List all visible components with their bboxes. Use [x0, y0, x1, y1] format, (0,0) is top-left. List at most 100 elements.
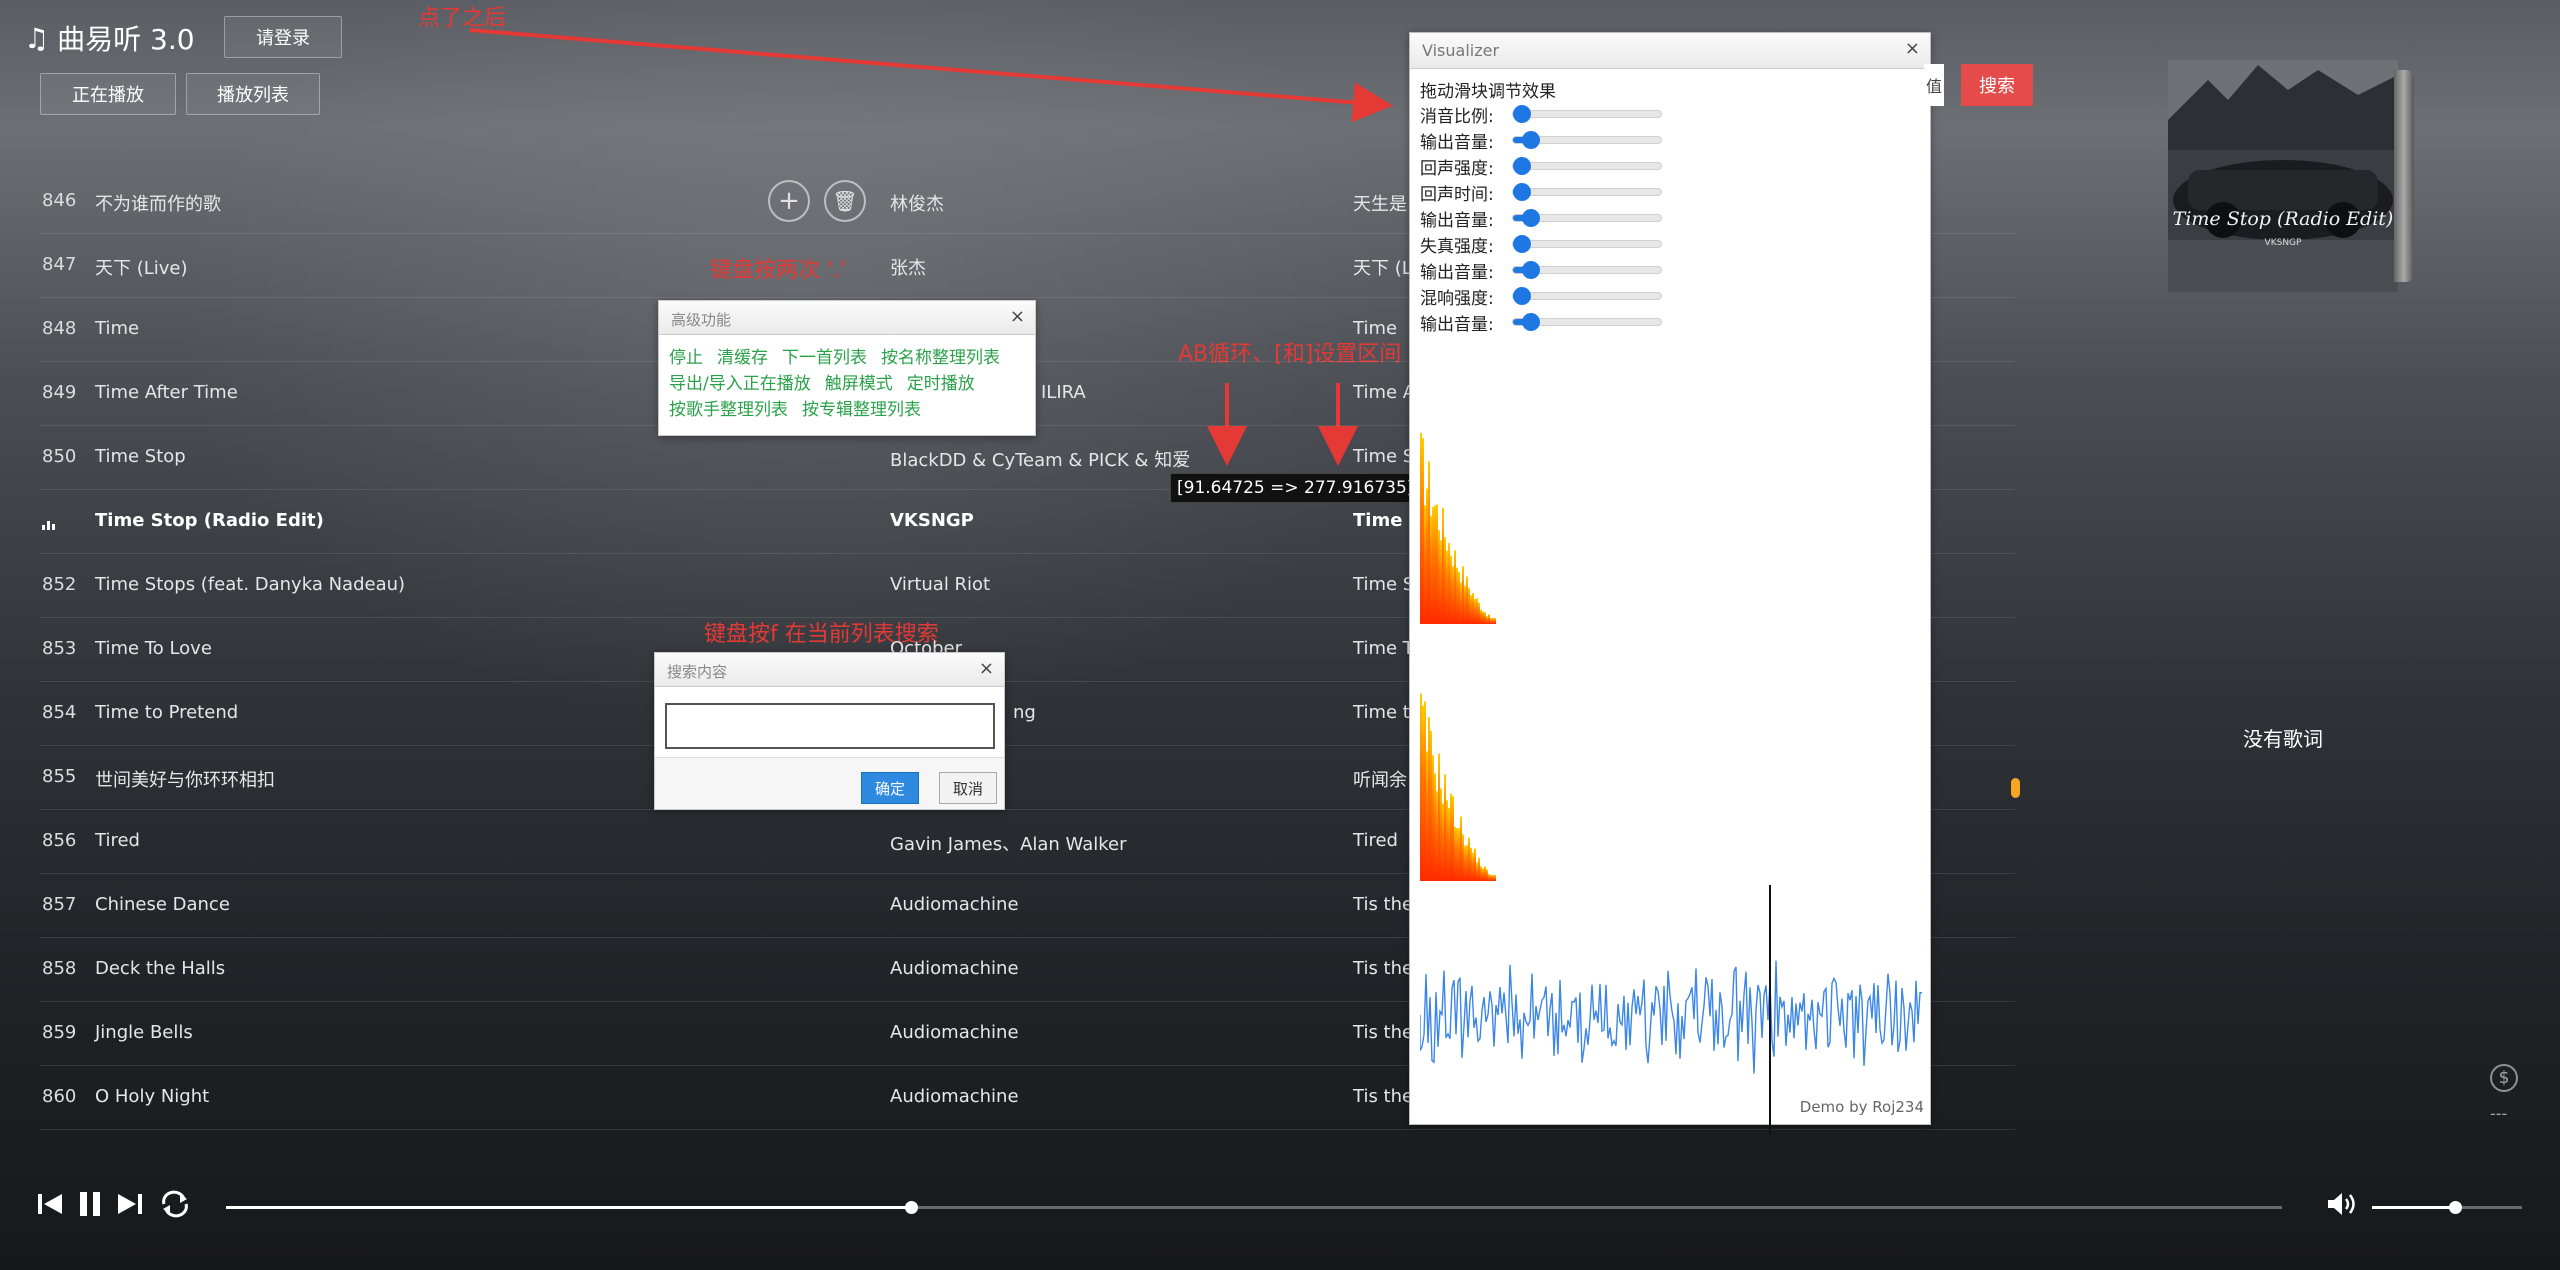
slider-handle[interactable] — [1512, 157, 1531, 175]
song-title: Time After Time — [95, 382, 238, 403]
link-clear-cache[interactable]: 清缓存 — [717, 348, 768, 368]
effect-slider[interactable] — [1512, 261, 1662, 279]
slider-handle[interactable] — [1521, 131, 1540, 149]
song-artist: VKSNGP — [890, 510, 974, 531]
repeat-icon[interactable] — [158, 1190, 192, 1223]
visualizer-header: Visualizer × — [1410, 33, 1930, 69]
effect-slider-row: 混响强度: — [1420, 283, 1920, 309]
slider-handle[interactable] — [1521, 209, 1540, 227]
song-artist: ILIRA — [1041, 382, 1086, 403]
trash-icon[interactable]: 🗑 — [824, 180, 866, 222]
pause-icon[interactable] — [76, 1190, 104, 1223]
song-title: 不为谁而作的歌 — [95, 194, 221, 215]
spectrum-bar — [1494, 618, 1496, 624]
ok-button[interactable]: 确定 — [861, 772, 919, 804]
spectrum-bar — [1478, 602, 1480, 624]
song-title: Time Stop (Radio Edit) — [95, 510, 324, 531]
spectrum-bar — [1454, 550, 1456, 624]
link-sort-by-name[interactable]: 按名称整理列表 — [881, 348, 1000, 368]
effect-slider[interactable] — [1512, 209, 1662, 227]
search-button[interactable]: 搜索 — [1961, 64, 2033, 106]
add-icon[interactable]: + — [768, 180, 810, 222]
song-title: Deck the Halls — [95, 958, 226, 979]
effect-slider[interactable] — [1512, 287, 1662, 305]
search-input-tail[interactable]: 值 — [1924, 64, 1944, 106]
link-export-import[interactable]: 导出/导入正在播放 — [669, 374, 811, 394]
effect-slider-row: 输出音量: — [1420, 257, 1920, 283]
slider-label: 失真强度: — [1420, 236, 1494, 257]
slider-handle[interactable] — [1521, 313, 1540, 331]
close-icon[interactable]: × — [979, 658, 994, 679]
search-input[interactable] — [665, 703, 995, 749]
effect-slider-row: 输出音量: — [1420, 127, 1920, 153]
spectrum-bar — [1464, 845, 1466, 881]
link-timer[interactable]: 定时播放 — [907, 374, 975, 394]
album-cover-image: Time Stop (Radio Edit) VKSNGP — [2168, 60, 2398, 292]
effect-sliders: 消音比例: 输出音量: 回声强度: 回声时间: 输出音量: 失真强度: 输出音量: 混响强度:… — [1420, 101, 1920, 335]
volume-fill — [2372, 1206, 2455, 1209]
dialog-title: 高级功能 — [671, 311, 732, 329]
link-stop[interactable]: 停止 — [669, 348, 703, 368]
spectrum-bar — [1492, 875, 1494, 881]
effect-slider[interactable] — [1512, 157, 1662, 175]
donate-icon[interactable]: $ — [2490, 1064, 2518, 1092]
song-number: 847 — [42, 254, 77, 275]
progress-bar[interactable] — [226, 1201, 2282, 1214]
cancel-button[interactable]: 取消 — [939, 772, 997, 804]
spectrum-bar — [1468, 837, 1470, 881]
song-number: 849 — [42, 382, 77, 403]
lyrics-scroll-marker[interactable] — [2011, 778, 2020, 798]
effect-slider[interactable] — [1512, 235, 1662, 253]
song-artist: Gavin James、Alan Walker — [890, 834, 1127, 855]
volume-icon[interactable] — [2326, 1190, 2360, 1223]
spectrum-bar — [1472, 593, 1474, 624]
effect-slider[interactable] — [1512, 131, 1662, 149]
spectrum-chart-2 — [1420, 693, 1496, 881]
volume-handle[interactable] — [2448, 1201, 2462, 1214]
effect-slider[interactable] — [1512, 313, 1662, 331]
song-title: Jingle Bells — [95, 1022, 193, 1043]
link-sort-by-artist[interactable]: 按歌手整理列表 — [669, 400, 788, 420]
song-album: 听闻余 — [1353, 770, 1407, 791]
spectrum-bar — [1444, 774, 1446, 881]
next-icon[interactable] — [116, 1190, 144, 1223]
song-number: 852 — [42, 574, 77, 595]
close-icon[interactable]: × — [1010, 306, 1025, 327]
disc-edge — [2394, 70, 2414, 282]
volume-slider[interactable] — [2372, 1201, 2522, 1214]
slider-handle[interactable] — [1512, 235, 1531, 253]
effect-slider-row: 消音比例: — [1420, 101, 1920, 127]
slider-handle[interactable] — [1512, 105, 1531, 123]
progress-handle[interactable] — [904, 1201, 918, 1214]
slider-handle[interactable] — [1512, 183, 1531, 201]
song-number: 848 — [42, 318, 77, 339]
effect-slider[interactable] — [1512, 183, 1662, 201]
song-album: Tis the — [1353, 894, 1414, 915]
spectrum-bar — [1420, 693, 1422, 881]
song-number: 853 — [42, 638, 77, 659]
slider-handle[interactable] — [1512, 287, 1531, 305]
spectrum-bar — [1444, 537, 1446, 624]
previous-icon[interactable] — [36, 1190, 64, 1223]
slider-handle[interactable] — [1521, 261, 1540, 279]
song-artist: Audiomachine — [890, 1022, 1019, 1043]
song-title: Time To Love — [95, 638, 212, 659]
spectrum-bar — [1494, 875, 1496, 881]
link-sort-by-album[interactable]: 按专辑整理列表 — [802, 400, 921, 420]
slider-label: 回声时间: — [1420, 184, 1494, 205]
link-touch-mode[interactable]: 触屏模式 — [825, 374, 893, 394]
song-number: 854 — [42, 702, 77, 723]
link-next-list[interactable]: 下一首列表 — [782, 348, 867, 368]
spectrum-bar — [1476, 598, 1478, 624]
spectrum-bar — [1438, 753, 1440, 881]
song-album: 天生是 — [1353, 194, 1407, 215]
spectrum-bar — [1442, 507, 1444, 624]
song-number: 856 — [42, 830, 77, 851]
spectrum-bar — [1472, 852, 1474, 881]
close-icon[interactable]: × — [1905, 38, 1920, 59]
spectrum-bar — [1440, 540, 1442, 624]
ab-loop-tooltip: [91.64725 => 277.916735] — [1170, 473, 1421, 503]
song-title: 天下 (Live) — [95, 258, 188, 279]
effect-slider[interactable] — [1512, 105, 1662, 123]
search-dialog: 搜索内容 × 确定 取消 — [654, 652, 1005, 810]
